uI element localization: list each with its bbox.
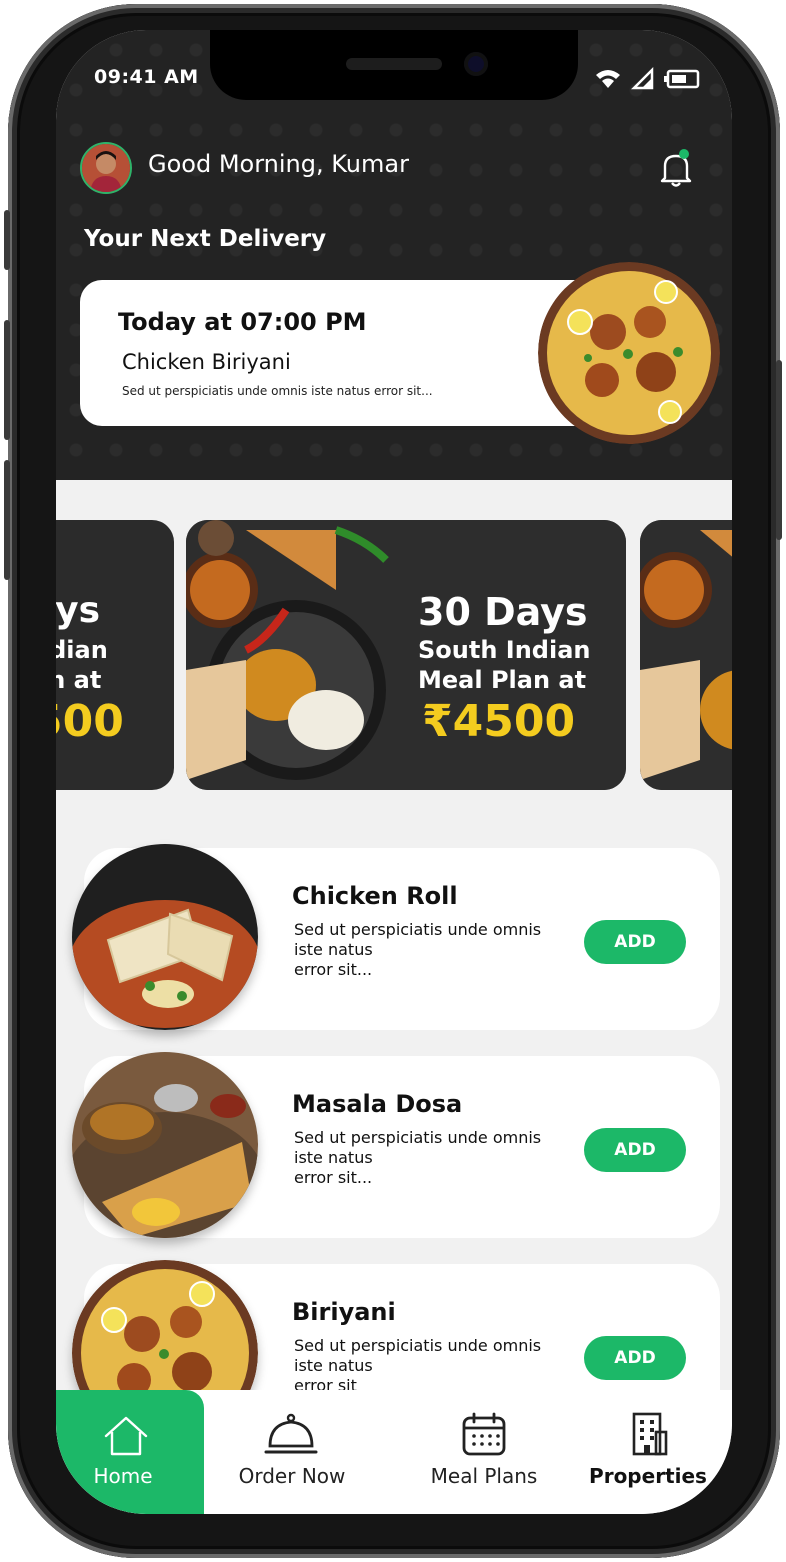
item-name-biriyani: Biriyani (292, 1298, 396, 1326)
item-name-chicken-roll: Chicken Roll (292, 882, 458, 910)
item-desc-chicken-roll-line3: error sit... (294, 960, 373, 979)
banner-subtitle: South Indian (418, 636, 591, 664)
item-desc-biriyani-line1: Sed ut perspiciatis unde omnis (294, 1336, 542, 1355)
meal-plan-banner[interactable]: 30 Days South Indian Meal Plan at ₹4500 (186, 520, 626, 790)
cloche-icon (264, 1413, 318, 1454)
item-name-masala-dosa: Masala Dosa (292, 1090, 463, 1118)
phone-volume-down-button (4, 460, 10, 580)
notch (210, 30, 578, 100)
item-desc-biriyani-line2: iste natus (294, 1356, 373, 1375)
banner-days: 30 Days (418, 590, 588, 634)
delivery-description: Sed ut perspiciatis unde omnis iste natu… (122, 384, 433, 398)
banner-next-food-image (640, 520, 732, 790)
item-desc-masala-dosa-line1: Sed ut perspiciatis unde omnis (294, 1128, 542, 1147)
home-icon (104, 1416, 148, 1456)
banner-prev-line1: ays (56, 590, 101, 631)
nav-item-order-now[interactable]: Order Now (222, 1390, 362, 1514)
nav-label-properties: Properties (589, 1464, 707, 1488)
notification-dot (679, 149, 689, 159)
greeting-text: Good Morning, Kumar (148, 150, 409, 178)
item-desc-chicken-roll-line1: Sed ut perspiciatis unde omnis (294, 920, 542, 939)
banner-prev-line2: ndian (56, 636, 108, 664)
meal-plan-banner-previous[interactable]: ays ndian an at 500 (56, 520, 174, 790)
building-icon (632, 1412, 668, 1456)
chicken-roll-image (72, 844, 258, 1030)
add-button-chicken-roll[interactable]: ADD (584, 920, 686, 964)
nav-label-order-now: Order Now (238, 1464, 346, 1488)
speaker-grille (346, 58, 442, 70)
notification-bell-icon[interactable] (658, 148, 694, 188)
masala-dosa-image (72, 1052, 258, 1238)
nav-item-meal-plans[interactable]: Meal Plans (414, 1390, 554, 1514)
banner-prev-line3: an at (56, 666, 102, 694)
item-desc-masala-dosa-line3: error sit... (294, 1168, 373, 1187)
meal-plan-banner-next[interactable] (640, 520, 732, 790)
app-screen: 09:41 AM Good Morning, Kumar Your Next D… (56, 30, 732, 1514)
phone-power-button (776, 360, 782, 540)
calendar-icon (462, 1412, 506, 1456)
front-camera (464, 52, 488, 76)
wifi-icon (596, 70, 620, 88)
phone-side-button (4, 210, 10, 270)
delivery-dish-name: Chicken Biriyani (122, 350, 291, 374)
add-button-masala-dosa[interactable]: ADD (584, 1128, 686, 1172)
bottom-navigation: Home Order Now Meal Plans Properties (56, 1390, 732, 1514)
avatar[interactable] (80, 142, 132, 194)
section-title-next-delivery: Your Next Delivery (84, 226, 327, 252)
signal-icon (630, 66, 654, 90)
nav-item-home[interactable]: Home (56, 1390, 204, 1514)
banner-plan-label: Meal Plan at (418, 666, 587, 694)
banner-price: ₹4500 (422, 696, 576, 747)
nav-label-meal-plans: Meal Plans (430, 1464, 538, 1488)
banner-prev-price: 500 (56, 696, 124, 747)
item-desc-chicken-roll-line2: iste natus (294, 940, 373, 959)
nav-item-properties[interactable]: Properties (578, 1390, 718, 1514)
status-time: 09:41 AM (94, 66, 199, 88)
add-button-biriyani[interactable]: ADD (584, 1336, 686, 1380)
phone-volume-up-button (4, 320, 10, 440)
battery-icon (664, 69, 700, 89)
biriyani-plate-image (538, 262, 720, 444)
status-icons (594, 66, 704, 92)
delivery-time: Today at 07:00 PM (118, 308, 367, 336)
nav-label-home: Home (93, 1464, 153, 1488)
item-desc-masala-dosa-line2: iste natus (294, 1148, 373, 1167)
